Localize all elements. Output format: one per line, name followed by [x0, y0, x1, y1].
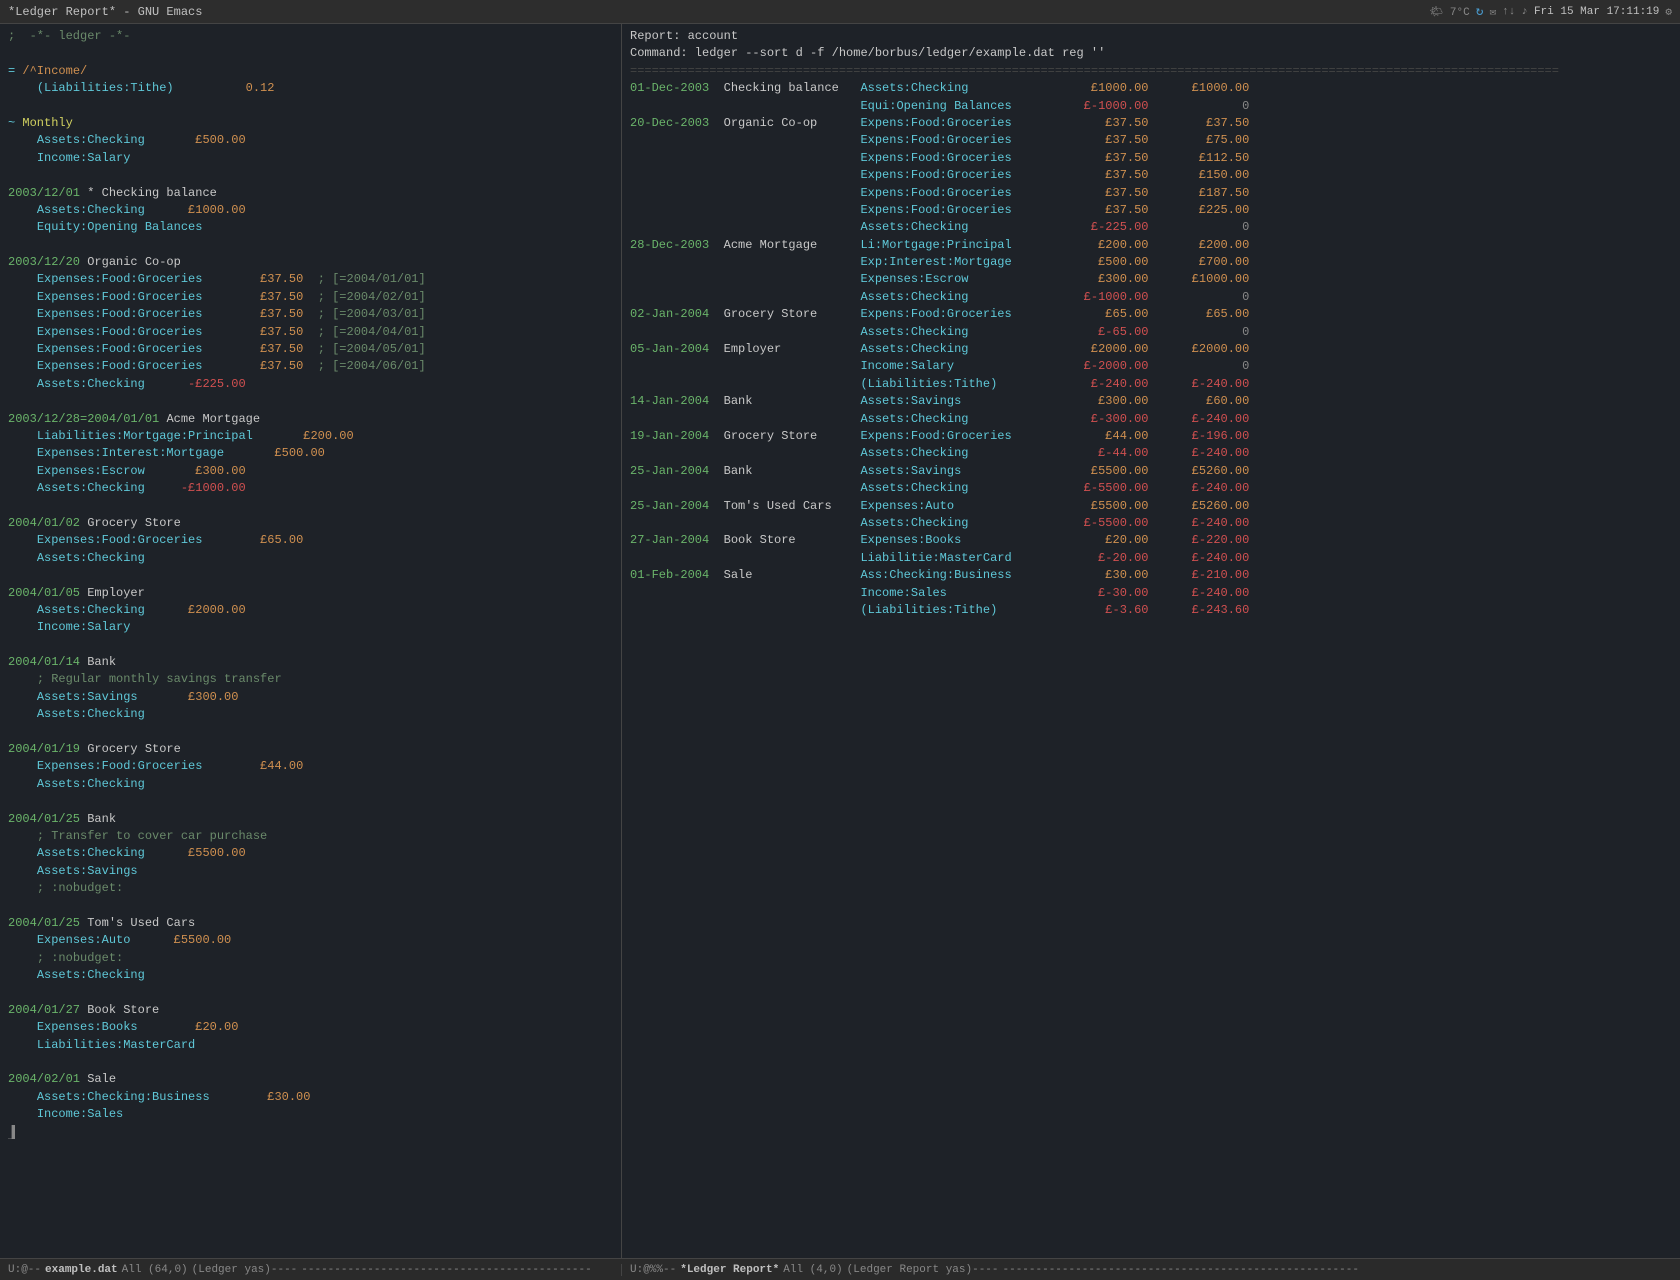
network-icon: ↑↓: [1502, 6, 1515, 18]
refresh-icon[interactable]: ↻: [1476, 4, 1484, 19]
left-status-info: All (64,0): [122, 1264, 188, 1276]
right-status-info: All (4,0): [783, 1264, 842, 1276]
left-status-fill: ----------------------------------------…: [301, 1264, 613, 1276]
left-status-file: example.dat: [45, 1264, 118, 1276]
right-status-desc: (Ledger Report yas)----: [847, 1264, 999, 1276]
right-status-fill: ----------------------------------------…: [1003, 1264, 1359, 1276]
left-pane: ; -*- ledger -*- = /^Income/ (Liabilitie…: [0, 24, 622, 1258]
left-status-mode: U:@--: [8, 1264, 41, 1276]
right-status: U:@%%-- *Ledger Report* All (4,0) (Ledge…: [622, 1264, 1367, 1276]
main-area: ; -*- ledger -*- = /^Income/ (Liabilitie…: [0, 24, 1680, 1258]
datetime-display: Fri 15 Mar 17:11:19: [1534, 6, 1659, 18]
left-status: U:@-- example.dat All (64,0) (Ledger yas…: [0, 1264, 622, 1276]
title-bar: *Ledger Report* - GNU Emacs 🌤 7°C ↻ ✉ ↑↓…: [0, 0, 1680, 24]
settings-icon[interactable]: ⚙: [1665, 5, 1672, 19]
status-bar: U:@-- example.dat All (64,0) (Ledger yas…: [0, 1258, 1680, 1280]
window-title: *Ledger Report* - GNU Emacs: [8, 5, 202, 19]
right-status-file: *Ledger Report*: [680, 1264, 779, 1276]
email-icon: ✉: [1490, 5, 1497, 19]
volume-icon: ♪: [1521, 6, 1528, 18]
title-bar-right: 🌤 7°C ↻ ✉ ↑↓ ♪ Fri 15 Mar 17:11:19 ⚙: [1429, 4, 1672, 19]
report-content[interactable]: Report: account Command: ledger --sort d…: [622, 24, 1680, 1258]
title-bar-left: *Ledger Report* - GNU Emacs: [8, 5, 202, 19]
report-text: Report: account Command: ledger --sort d…: [630, 28, 1672, 619]
left-status-desc: (Ledger yas)----: [192, 1264, 298, 1276]
right-pane: Report: account Command: ledger --sort d…: [622, 24, 1680, 1258]
editor-text: ; -*- ledger -*- = /^Income/ (Liabilitie…: [8, 28, 613, 1141]
editor-content[interactable]: ; -*- ledger -*- = /^Income/ (Liabilitie…: [0, 24, 621, 1258]
right-status-mode: U:@%%--: [630, 1264, 676, 1276]
weather-display: 🌤 7°C: [1429, 5, 1469, 19]
